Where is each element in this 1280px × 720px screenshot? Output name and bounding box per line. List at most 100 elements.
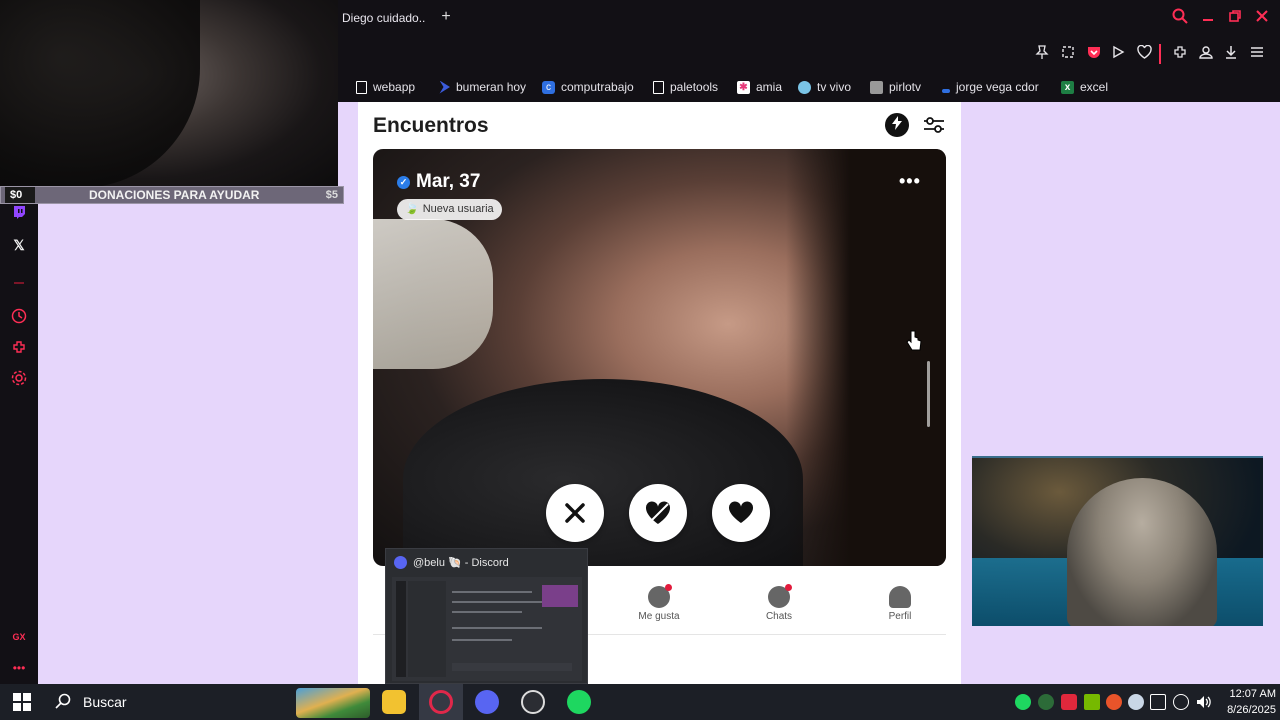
screen: Diego cuidado.. + webapp bumeran hoy c c… [0, 0, 1280, 720]
page-title: Encuentros [373, 114, 489, 137]
page-icon [653, 80, 664, 94]
tray-game-icon[interactable] [1106, 694, 1122, 710]
steam-icon[interactable] [1128, 694, 1144, 710]
tv-icon [798, 80, 811, 94]
bookmark-item[interactable]: webapp [356, 78, 415, 96]
bookmark-label: excel [1080, 80, 1109, 94]
webcam-figure [0, 0, 200, 188]
profile-card[interactable]: ✓ Mar, 37 🍃 Nueva usuaria ••• [373, 149, 946, 566]
play-icon[interactable] [1108, 44, 1128, 64]
extensions-sidebar-icon[interactable] [9, 339, 29, 359]
bookmark-label: webapp [373, 80, 416, 94]
notification-dot [785, 584, 792, 591]
dislike-button[interactable] [546, 484, 604, 542]
taskbar-search-label[interactable]: Buscar [83, 694, 127, 710]
volume-icon[interactable] [1196, 694, 1212, 710]
bookmark-label: bumeran hoy [456, 80, 527, 94]
download-icon[interactable] [1221, 44, 1241, 64]
close-icon[interactable] [1252, 8, 1272, 28]
toolbar-separator [1159, 44, 1161, 64]
discord-preview[interactable]: @belu 🐚 - Discord [385, 548, 588, 684]
thumb-banner [542, 585, 578, 607]
account-icon[interactable] [1196, 44, 1216, 64]
minimize-icon[interactable] [1198, 8, 1218, 28]
bookmark-label: paletools [670, 80, 719, 94]
restore-icon[interactable] [1225, 8, 1245, 28]
profile-name: ✓ Mar, 37 [397, 171, 480, 193]
pocket-icon[interactable] [1084, 44, 1104, 64]
browser-tab[interactable]: Diego cuidado.. [330, 4, 437, 32]
bookmark-label: amia [756, 80, 783, 94]
donation-title: DONACIONES PARA AYUDAR [89, 188, 260, 202]
tray-app-icon[interactable] [1038, 694, 1054, 710]
history-icon[interactable] [9, 308, 29, 328]
new-user-label: Nueva usuaria [422, 203, 494, 215]
bookmark-item[interactable]: ✱ amia [737, 78, 782, 96]
webcam-overlay-top [0, 0, 338, 188]
more-sidebar-icon[interactable]: ••• [9, 658, 29, 678]
bookmark-item[interactable]: pirlotv [870, 78, 921, 96]
search-icon[interactable] [55, 693, 71, 713]
windows-start-icon[interactable] [13, 693, 31, 711]
thumb-channel-column [408, 581, 446, 677]
hand-cursor-icon [906, 330, 922, 352]
photo-scroll-indicator [927, 361, 930, 427]
discord-icon[interactable] [475, 690, 499, 714]
network-icon[interactable] [1173, 694, 1189, 710]
spotify-tray-icon[interactable] [1015, 694, 1031, 710]
bookmark-item[interactable]: paletools [653, 78, 718, 96]
bookmark-label: jorge vega cdor [956, 80, 1039, 94]
nav-me-gusta[interactable]: Me gusta [619, 584, 699, 622]
file-explorer-icon[interactable] [382, 690, 406, 714]
pin-icon[interactable] [1032, 44, 1052, 64]
bumeran-icon [439, 80, 450, 94]
heart-icon[interactable] [1134, 44, 1154, 64]
boost-icon[interactable] [885, 113, 909, 137]
display-icon[interactable] [1150, 694, 1166, 710]
profile-name-text: Mar, 37 [416, 171, 481, 192]
tray-record-icon[interactable] [1061, 694, 1077, 710]
search-icon[interactable] [1170, 8, 1190, 28]
thumb-line [452, 601, 552, 603]
bookmark-item[interactable]: bumeran hoy [437, 78, 526, 96]
thumb-line [452, 611, 522, 613]
x-twitter-icon[interactable]: 𝕏 [9, 235, 29, 255]
chat-icon [768, 584, 792, 608]
windows-taskbar: Buscar 12:07 AM 8/26/2025 [0, 684, 1280, 720]
verified-icon: ✓ [397, 175, 410, 189]
menu-icon[interactable] [1247, 44, 1267, 64]
profile-photo-background [373, 219, 493, 369]
thumb-line [452, 627, 542, 629]
bookmark-item[interactable]: tv vivo [798, 78, 851, 96]
nav-label: Chats [765, 611, 793, 622]
bookmark-label: tv vivo [817, 80, 852, 94]
settings-icon[interactable] [9, 370, 29, 390]
opera-gx-icon[interactable] [429, 690, 453, 714]
bookmark-item[interactable]: x excel [1061, 78, 1108, 96]
nav-perfil[interactable]: Perfil [860, 586, 940, 622]
thumb-server-column [396, 581, 406, 677]
bookmark-item[interactable]: c computrabajo [542, 78, 634, 96]
crush-button[interactable] [629, 484, 687, 542]
new-user-badge: 🍃 Nueva usuaria [397, 199, 502, 220]
snapshot-icon[interactable] [1058, 44, 1078, 64]
nav-chats[interactable]: Chats [739, 584, 819, 622]
bookmark-item[interactable]: jorge vega cdor [942, 78, 1039, 96]
discord-icon [394, 555, 407, 569]
like-button[interactable] [712, 484, 770, 542]
nvidia-icon[interactable] [1084, 694, 1100, 710]
twitch-icon[interactable] [9, 204, 29, 224]
new-tab-button[interactable]: + [436, 6, 456, 28]
widgets-icon[interactable] [296, 688, 370, 718]
computrabajo-icon: c [542, 80, 555, 94]
webcam-overlay-bottom [972, 456, 1263, 626]
gx-icon[interactable]: GX [9, 627, 29, 647]
more-options-icon[interactable]: ••• [899, 171, 921, 192]
profile-photo-hair [786, 149, 946, 566]
taskbar-clock[interactable]: 12:07 AM 8/26/2025 [1214, 686, 1276, 718]
filter-icon[interactable] [922, 113, 946, 137]
spotify-icon[interactable] [567, 690, 591, 714]
extensions-icon[interactable] [1170, 44, 1190, 64]
obs-icon[interactable] [521, 690, 545, 714]
donation-bar: $0 DONACIONES PARA AYUDAR $5 [0, 186, 344, 204]
